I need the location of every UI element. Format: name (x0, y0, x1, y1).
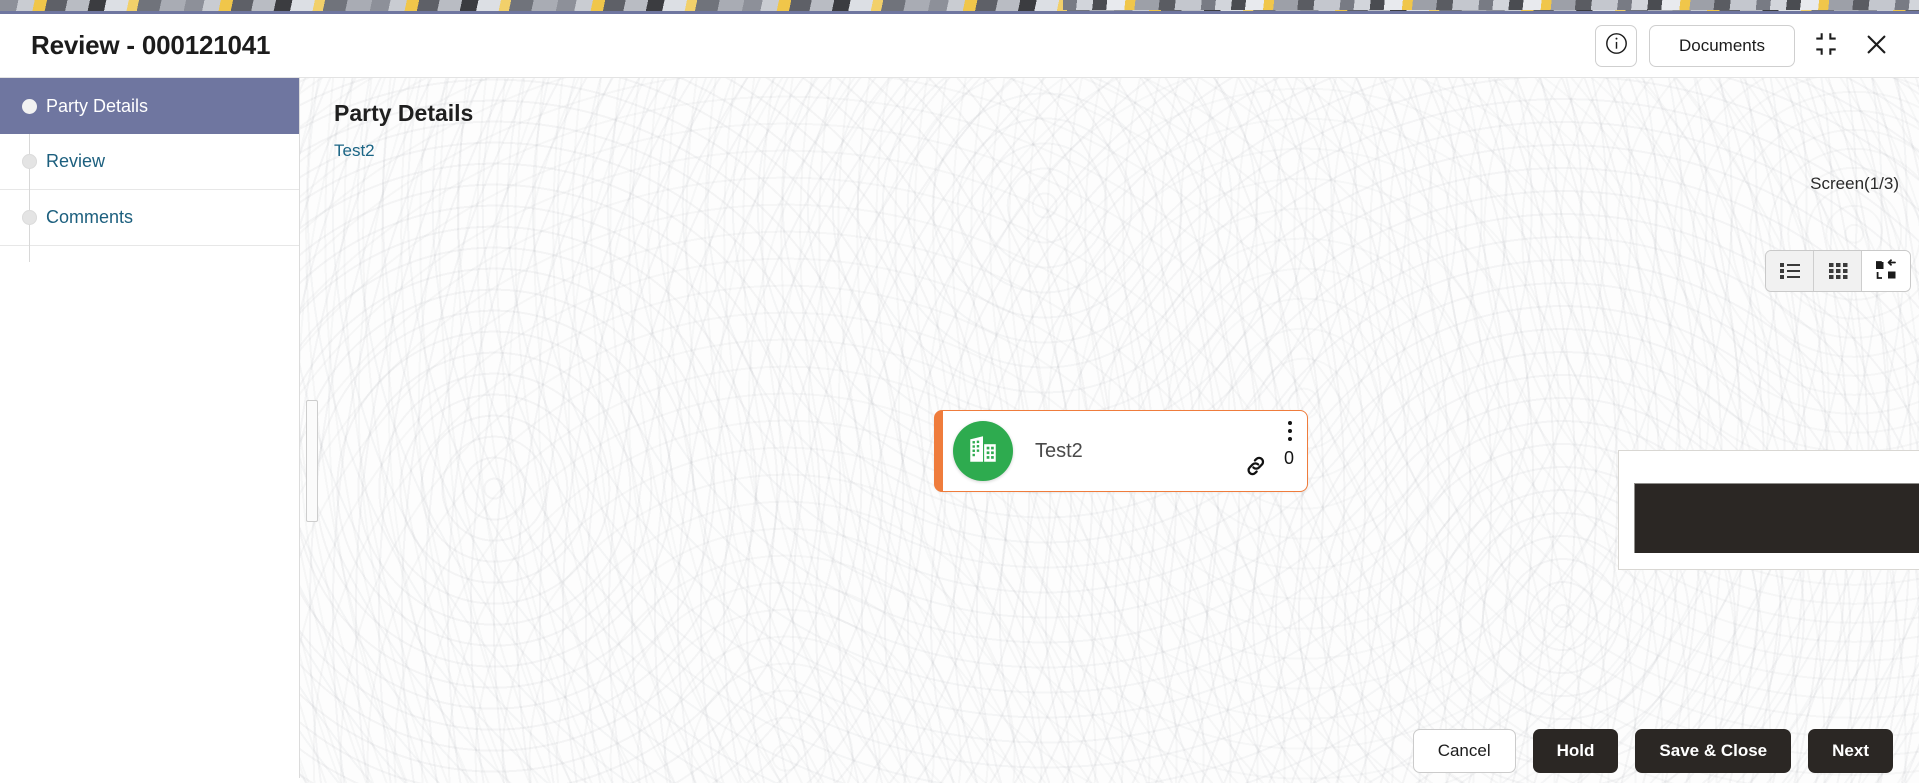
content-title: Party Details (334, 100, 474, 126)
step-dot-icon (22, 154, 37, 169)
page-title: Review - 000121041 (31, 30, 271, 60)
hold-button[interactable]: Hold (1532, 728, 1619, 773)
info-circle-icon (1604, 31, 1629, 61)
save-and-close-button[interactable]: Save & Close (1635, 728, 1792, 773)
floating-preview-panel (1618, 450, 1919, 570)
next-button[interactable]: Next (1808, 728, 1893, 773)
screen-counter: Screen(1/3) (1810, 174, 1899, 193)
chain-link-icon[interactable] (1243, 453, 1269, 484)
sidebar-item-label: Party Details (46, 95, 149, 116)
documents-button[interactable]: Documents (1649, 24, 1795, 67)
step-dot-icon (22, 98, 37, 114)
sidebar-item-label: Comments (46, 207, 134, 227)
breadcrumb-link-test2[interactable]: Test2 (334, 141, 375, 161)
collapse-corners-icon (1813, 31, 1839, 60)
panel-collapse-handle[interactable] (306, 400, 318, 522)
sidebar: Party Details Review Comments (0, 77, 300, 778)
sidebar-item-review[interactable]: Review (0, 134, 299, 190)
company-building-icon (966, 432, 1000, 471)
header-actions: Documents (1595, 24, 1895, 67)
close-button[interactable] (1857, 27, 1895, 65)
tree-view-icon (1874, 258, 1898, 284)
step-dot-icon (22, 210, 37, 225)
review-modal: Review - 000121041 Documents Party Detai… (0, 11, 1919, 783)
floating-panel-dark-bar (1634, 483, 1919, 553)
cancel-button[interactable]: Cancel (1412, 728, 1516, 773)
kebab-menu-icon[interactable] (1288, 421, 1292, 441)
sidebar-item-party-details[interactable]: Party Details (0, 78, 299, 134)
content-header: Party Details Test2 (334, 100, 473, 161)
grid-view-icon (1827, 260, 1849, 283)
background-photo-strip-right (1063, 0, 1919, 10)
info-button[interactable] (1595, 24, 1637, 67)
party-count-badge: 0 (1283, 448, 1294, 468)
grid-view-button[interactable] (1814, 251, 1862, 291)
content-area: Party Details Test2 Screen(1/3) Test2 0 … (300, 77, 1919, 783)
avatar (953, 421, 1013, 481)
sidebar-item-comments[interactable]: Comments (0, 190, 299, 246)
view-toggle-group (1765, 250, 1911, 292)
minimize-button[interactable] (1807, 27, 1845, 65)
close-x-icon (1863, 31, 1890, 61)
list-view-button[interactable] (1766, 251, 1814, 291)
party-name: Test2 (1035, 439, 1083, 462)
tree-view-button[interactable] (1862, 251, 1910, 291)
card-actions: 0 (1223, 411, 1307, 491)
sidebar-item-label: Review (46, 151, 106, 171)
modal-body: Party Details Review Comments Party Deta… (0, 77, 1919, 783)
footer-actions: Cancel Hold Save & Close Next (300, 715, 1919, 783)
list-view-icon (1779, 260, 1801, 283)
modal-header: Review - 000121041 Documents (0, 14, 1919, 77)
party-card[interactable]: Test2 0 (934, 410, 1308, 492)
